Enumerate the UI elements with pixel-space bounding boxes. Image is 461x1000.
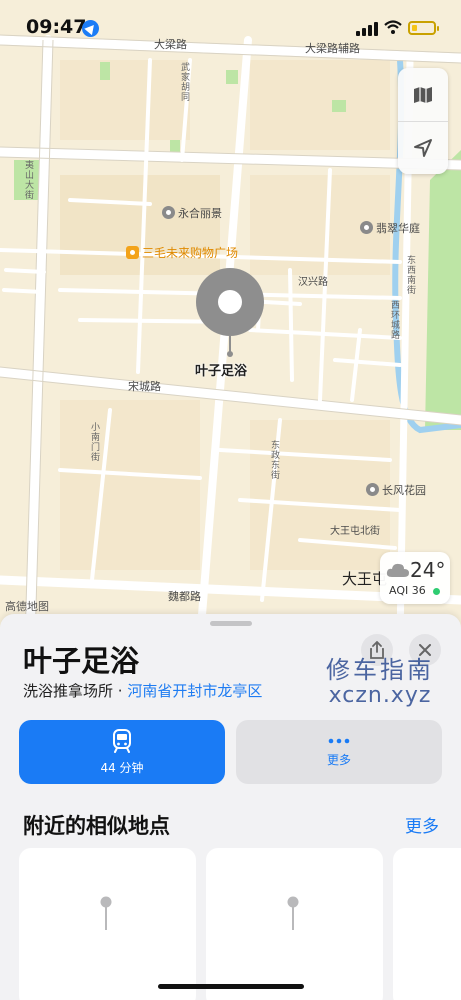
sheet-grabber[interactable] xyxy=(210,621,252,626)
pin-label: 叶子足浴 xyxy=(195,364,248,379)
poi-cuihuating[interactable]: 翡翠华庭 xyxy=(360,220,420,236)
poi-sanmao-mall[interactable]: 三毛未来购物广场 xyxy=(126,244,238,261)
poi-label: 长风花园 xyxy=(382,484,426,497)
locate-me-button[interactable] xyxy=(398,121,448,174)
map-controls xyxy=(398,68,448,174)
map-label-street: 夷山大街 xyxy=(23,160,33,200)
nearby-section-title: 附近的相似地点 xyxy=(23,814,170,838)
poi-icon xyxy=(162,206,175,219)
weather-widget[interactable]: 24° AQI 36 xyxy=(380,552,450,604)
map-label-street: 武家胡同 xyxy=(179,62,189,102)
status-time: 09:47 xyxy=(26,16,87,38)
nearby-place-card[interactable] xyxy=(393,848,461,1000)
transit-duration: 44 分钟 xyxy=(100,760,144,775)
pin-icon xyxy=(287,896,299,930)
shopping-icon xyxy=(126,246,139,259)
train-icon xyxy=(113,728,131,753)
watermark-line1: 修车指南 xyxy=(326,656,434,684)
map-mode-button[interactable] xyxy=(398,68,448,121)
place-subtitle: 洗浴推拿场所 · 河南省开封市龙亭区 xyxy=(23,680,262,701)
more-actions-label: 更多 xyxy=(326,752,351,767)
map-label-road: 汉兴路 xyxy=(298,277,328,288)
subtitle-separator: · xyxy=(113,682,128,700)
map-label-road: 宋城路 xyxy=(128,380,161,393)
map-label-road: 魏都路 xyxy=(168,590,201,603)
map-label-street: 东西南街 xyxy=(405,255,415,295)
aqi-status-dot xyxy=(433,588,440,595)
cellular-signal-icon xyxy=(356,22,378,36)
location-arrow-icon xyxy=(82,20,99,37)
map-label-street: 东政东街 xyxy=(269,440,279,480)
place-card-sheet: 叶子足浴 洗浴推拿场所 · 河南省开封市龙亭区 修车指南 xczn.xyz 44… xyxy=(0,614,461,1000)
pin-icon xyxy=(100,896,112,930)
location-arrow-icon xyxy=(414,139,432,157)
wifi-icon xyxy=(384,20,402,38)
location-pin-icon[interactable] xyxy=(194,268,266,358)
poi-changfeng-garden[interactable]: 长风花园 xyxy=(366,482,426,498)
status-bar: 09:47 xyxy=(0,0,461,50)
map-label-road: 大王屯北街 xyxy=(330,526,380,537)
battery-icon xyxy=(408,21,439,35)
weather-aqi: AQI 36 xyxy=(389,584,426,597)
poi-icon xyxy=(360,221,373,234)
map-label-street: 小南门街 xyxy=(89,422,99,462)
poi-label: 三毛未来购物广场 xyxy=(142,246,239,260)
place-region-link[interactable]: 河南省开封市龙亭区 xyxy=(127,682,262,700)
cloud-icon xyxy=(386,563,409,577)
home-indicator[interactable] xyxy=(158,984,304,989)
ellipsis-icon xyxy=(328,738,350,743)
poi-label: 永合丽景 xyxy=(178,207,222,220)
nearby-place-card[interactable] xyxy=(19,848,196,1000)
watermark: 修车指南 xczn.xyz xyxy=(320,650,440,708)
place-category: 洗浴推拿场所 xyxy=(23,682,114,700)
watermark-line2: xczn.xyz xyxy=(328,683,432,708)
poi-yongheli[interactable]: 永合丽景 xyxy=(162,205,222,221)
map-label-street: 西环城路 xyxy=(389,300,399,340)
map-icon xyxy=(414,86,432,103)
place-title: 叶子足浴 xyxy=(23,644,140,678)
nearby-more-link[interactable]: 更多 xyxy=(405,812,439,837)
nearby-place-card[interactable] xyxy=(206,848,383,1000)
weather-temperature: 24° xyxy=(410,558,446,582)
poi-icon xyxy=(366,483,379,496)
poi-label: 翡翠华庭 xyxy=(376,222,420,235)
more-actions-button[interactable]: 更多 xyxy=(236,720,442,784)
map-brand-logo: 高德地图 xyxy=(5,600,49,613)
transit-directions-button[interactable]: 44 分钟 xyxy=(19,720,225,784)
